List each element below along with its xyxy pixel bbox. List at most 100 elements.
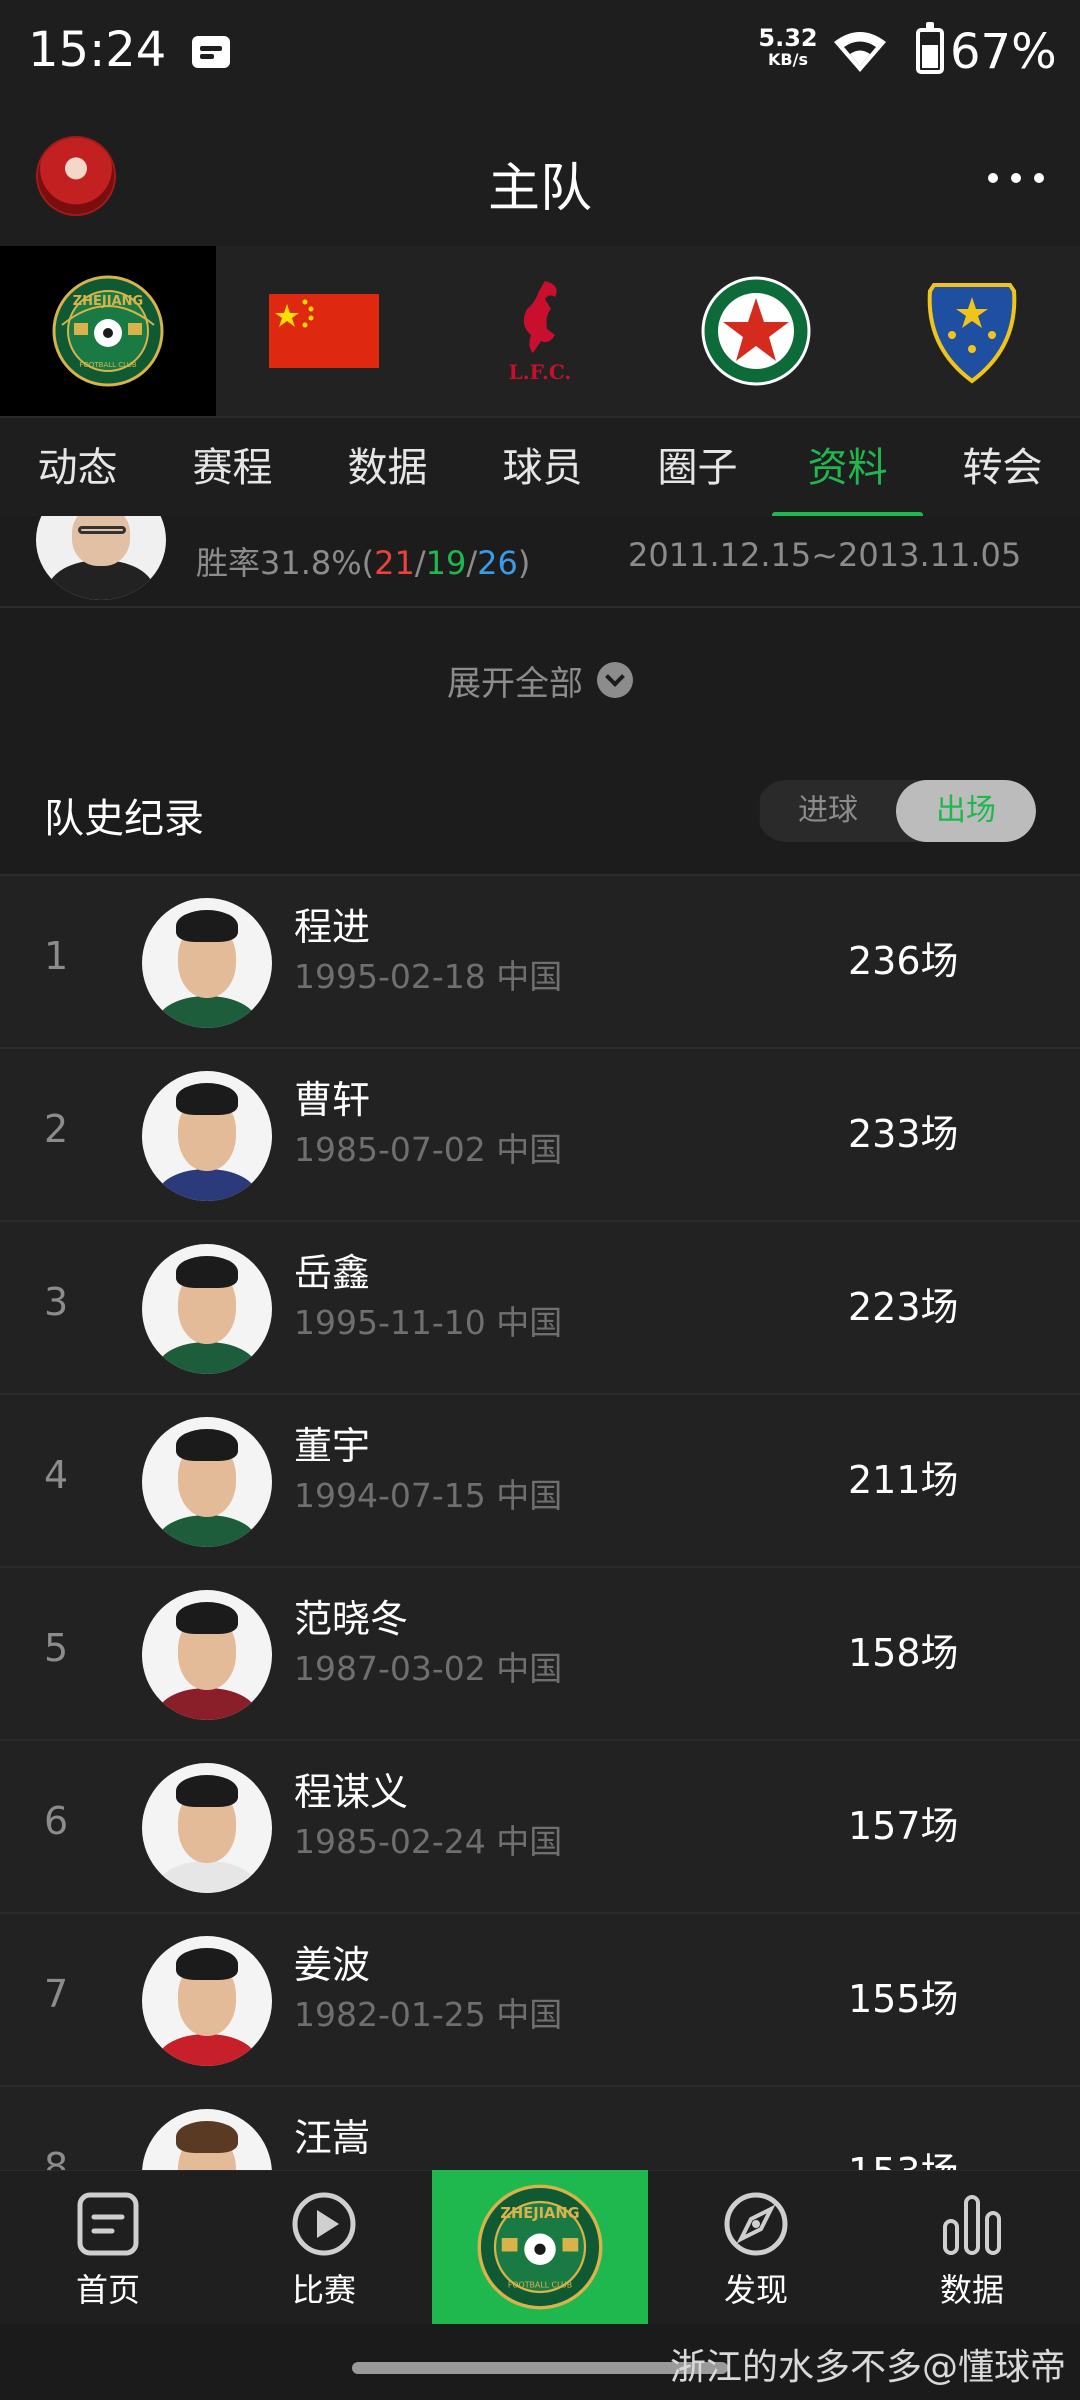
gesture-area: 浙江的水多不多@懂球帝 <box>0 2324 1080 2400</box>
tab-players[interactable]: 球员 <box>465 418 620 518</box>
tab-bar: 动态 赛程 数据 球员 圈子 资料 转会 <box>0 416 1080 518</box>
battery-percent: 67% <box>950 24 1057 80</box>
nav-discover[interactable]: 发现 <box>648 2171 864 2325</box>
nav-discover-label: 发现 <box>723 2271 788 2309</box>
player-photo <box>142 1763 272 1893</box>
red-star-logo-icon <box>701 276 811 386</box>
network-speed: 5.32 KB/s <box>758 26 818 68</box>
player-meta: 1985-02-24 中国 <box>294 1822 563 1861</box>
player-name: 汪嵩 <box>294 2116 371 2160</box>
player-name: 程进 <box>294 905 371 949</box>
page-title: 主队 <box>487 159 592 219</box>
nav-stats-label: 数据 <box>939 2271 1004 2309</box>
record-rank: 1 <box>44 934 69 978</box>
player-photo <box>142 2109 272 2170</box>
tab-schedule[interactable]: 赛程 <box>155 418 310 518</box>
player-meta: 1982-01-25 中国 <box>294 1995 563 2034</box>
app-screen: 15:24 5.32 KB/s 67% 主队 ZHEJIANG FOOTBALL… <box>0 0 1080 2400</box>
player-name: 程谋义 <box>294 1770 409 1814</box>
record-row[interactable]: 8 汪嵩 153场 <box>0 2087 1080 2170</box>
nav-home[interactable]: 首页 <box>0 2171 216 2325</box>
record-rank: 2 <box>44 1107 69 1151</box>
team-tab-red-star[interactable] <box>648 246 864 416</box>
player-appearances: 155场 <box>848 1977 959 2021</box>
toggle-appearances[interactable]: 出场 <box>896 780 1036 842</box>
tab-dynamic[interactable]: 动态 <box>0 418 155 518</box>
record-row[interactable]: 6 程谋义 1985-02-24 中国 157场 <box>0 1741 1080 1914</box>
zhejiang-logo-icon: ZHEJIANG FOOTBALL CLUB <box>477 2184 603 2310</box>
player-photo <box>142 1071 272 1201</box>
record-row[interactable]: 5 范晓冬 1987-03-02 中国 158场 <box>0 1568 1080 1741</box>
expand-all-label: 展开全部 <box>447 663 583 704</box>
coach-term: 2011.12.15~2013.11.05 <box>628 536 1022 574</box>
player-appearances: 223场 <box>848 1285 959 1329</box>
player-name: 范晓冬 <box>294 1597 409 1641</box>
player-photo <box>142 1244 272 1374</box>
coach-losses: 26 <box>477 544 518 582</box>
player-photo <box>142 1590 272 1720</box>
discover-icon <box>724 2192 788 2256</box>
tab-transfer[interactable]: 转会 <box>925 418 1080 518</box>
more-dots-icon[interactable] <box>988 162 1044 192</box>
team-switcher: ZHEJIANG FOOTBALL CLUB L.F.C. <box>0 246 1080 416</box>
record-rank: 8 <box>44 2145 69 2170</box>
record-row[interactable]: 2 曹轩 1985-07-02 中国 233场 <box>0 1049 1080 1222</box>
player-meta: 1987-03-02 中国 <box>294 1649 563 1688</box>
message-notification-icon <box>192 36 230 68</box>
network-speed-value: 5.32 <box>758 24 818 52</box>
watermark: 浙江的水多不多@懂球帝 <box>669 2347 1066 2388</box>
nav-home-label: 首页 <box>75 2271 140 2309</box>
nav-team-home[interactable]: ZHEJIANG FOOTBALL CLUB <box>432 2170 648 2324</box>
team-records-title: 队史纪录 <box>44 796 204 842</box>
team-tab-blue-star[interactable] <box>864 246 1080 416</box>
nav-matches[interactable]: 比赛 <box>216 2171 432 2325</box>
zhejiang-logo-sub: FOOTBALL CLUB <box>79 361 137 369</box>
nav-matches-label: 比赛 <box>291 2271 356 2309</box>
player-appearances: 211场 <box>848 1458 959 1502</box>
app-header: 主队 <box>0 110 1080 246</box>
coach-draws: 19 <box>425 544 467 582</box>
stats-bars-icon <box>943 2195 1001 2255</box>
status-time: 15:24 <box>28 22 167 78</box>
tab-data[interactable]: 数据 <box>310 418 465 518</box>
blue-star-logo-icon <box>927 283 1017 384</box>
status-bar: 15:24 5.32 KB/s 67% <box>0 0 1080 110</box>
record-rank: 5 <box>44 1626 69 1670</box>
record-row[interactable]: 1 程进 1995-02-18 中国 236场 <box>0 876 1080 1049</box>
chevron-down-icon <box>597 662 633 698</box>
team-records-header: 队史纪录 进球 出场 <box>0 760 1080 876</box>
coach-wins: 21 <box>374 544 415 582</box>
player-name: 姜波 <box>294 1943 371 1987</box>
team-tab-china[interactable] <box>216 246 432 416</box>
record-row[interactable]: 7 姜波 1982-01-25 中国 155场 <box>0 1914 1080 2087</box>
team-tab-zhejiang[interactable]: ZHEJIANG FOOTBALL CLUB <box>0 246 216 416</box>
tab-circle[interactable]: 圈子 <box>620 418 775 518</box>
record-rank: 4 <box>44 1453 69 1497</box>
wifi-icon <box>834 32 886 72</box>
expand-all-button[interactable]: 展开全部 <box>0 640 1080 720</box>
battery-icon <box>916 22 944 74</box>
record-rank: 3 <box>44 1280 69 1324</box>
player-meta: 1985-07-02 中国 <box>294 1130 563 1169</box>
coach-photo <box>36 516 166 600</box>
player-name: 董宇 <box>294 1424 371 1468</box>
player-appearances: 153场 <box>848 2141 959 2170</box>
player-meta: 1995-02-18 中国 <box>294 957 563 996</box>
coach-row[interactable]: 胜率31.8%(21/19/26) 2011.12.15~2013.11.05 <box>0 516 1080 608</box>
record-row[interactable]: 4 董宇 1994-07-15 中国 211场 <box>0 1395 1080 1568</box>
tab-info[interactable]: 资料 <box>770 418 925 518</box>
network-speed-unit: KB/s <box>768 50 808 69</box>
player-appearances: 158场 <box>848 1631 959 1675</box>
records-toggle: 进球 出场 <box>756 780 1036 842</box>
team-tab-liverpool[interactable]: L.F.C. <box>432 246 648 416</box>
player-photo <box>142 898 272 1028</box>
team-records-list: 1 程进 1995-02-18 中国 236场 2 曹轩 1985-07-02 … <box>0 876 1080 2170</box>
player-appearances: 157场 <box>848 1804 959 1848</box>
player-appearances: 233场 <box>848 1112 959 1156</box>
player-meta: 1994-07-15 中国 <box>294 1476 563 1515</box>
toggle-goals[interactable]: 进球 <box>756 780 896 842</box>
nav-stats[interactable]: 数据 <box>864 2171 1080 2325</box>
play-icon <box>292 2192 356 2256</box>
zhejiang-logo-icon: ZHEJIANG FOOTBALL CLUB <box>52 275 164 387</box>
record-row[interactable]: 3 岳鑫 1995-11-10 中国 223场 <box>0 1222 1080 1395</box>
